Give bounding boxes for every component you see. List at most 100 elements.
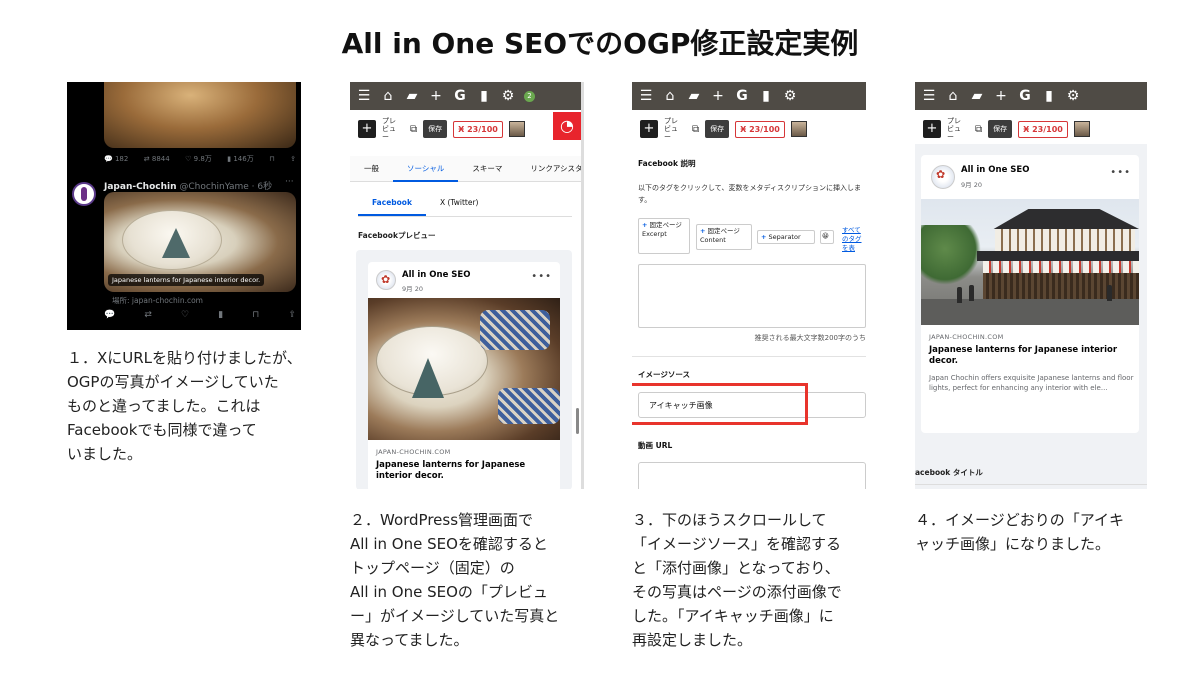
pine-illustration	[162, 228, 190, 258]
person-figure	[1107, 285, 1112, 301]
tag-separator-button[interactable]: + Separator	[757, 230, 815, 244]
add-block-button[interactable]: +	[358, 120, 376, 138]
preview-button[interactable]: プレ ビュ ー	[664, 117, 686, 141]
comment-icon[interactable]: ▰	[404, 89, 420, 103]
more-icon[interactable]: ···	[285, 177, 294, 187]
post-date: 9月 20	[961, 181, 982, 189]
share-icon[interactable]: ⇪	[288, 310, 296, 320]
facebook-preview-card: All in One SEO 9月 20 ••• JAPAN-CHOCHIN.C…	[921, 155, 1139, 433]
person-figure	[957, 287, 962, 303]
emoji-button[interactable]: 😀	[820, 230, 834, 244]
tag-help-text: 以下のタグをクリックして、変数をメタディスクリプションに挿入します。	[638, 184, 861, 204]
avatar[interactable]	[72, 182, 96, 206]
editor-toolbar: + プレ ビュ ー ⧉ 保存 Ӿ 23/100	[915, 116, 1147, 142]
tag-page-excerpt-button[interactable]: + 固定ページ Excerpt	[638, 218, 690, 254]
facebook-description-input[interactable]	[638, 264, 866, 328]
repost-icon[interactable]: ⇄	[144, 310, 152, 320]
step1-description: １．XにURLを貼り付けましたが、 OGPの写真がイメージしていた ものと違って…	[67, 349, 302, 463]
roof-shape	[993, 209, 1139, 229]
stats-icon[interactable]: ▮	[1041, 89, 1057, 103]
external-link-icon[interactable]: ⧉	[975, 124, 982, 135]
avatar[interactable]	[790, 121, 807, 137]
previous-post-image	[104, 82, 296, 148]
external-link-icon[interactable]: ⧉	[410, 124, 417, 135]
facebook-description-heading: Facebook 説明	[638, 159, 696, 168]
link-title: Japanese lanterns for Japanese interior …	[376, 460, 526, 481]
stats-icon[interactable]: ▮	[476, 89, 492, 103]
link-description: Japan Chochin offers exquisite Japanese …	[929, 374, 1134, 392]
all-tags-link[interactable]: すべてのタグを表	[842, 226, 866, 253]
add-block-button[interactable]: +	[640, 120, 658, 138]
more-icon[interactable]: •••	[1110, 167, 1131, 178]
save-button[interactable]: 保存	[988, 120, 1013, 138]
aioseo-social-preview-screenshot: ☰ ⌂ ▰ + G ▮ ⚙ 2 + プレ ビュ ー ⧉ 保存 Ӿ 23/100 …	[350, 82, 584, 489]
like-count[interactable]: ♡ 9.8万	[185, 154, 212, 164]
add-block-button[interactable]: +	[923, 120, 941, 138]
tab-schema[interactable]: スキーマ	[458, 156, 516, 182]
gear-icon[interactable]: ⚙	[1065, 89, 1081, 103]
gear-icon[interactable]: ⚙	[500, 89, 516, 103]
wp-admin-bar: ☰ ⌂ ▰ + G ▮ ⚙	[915, 82, 1147, 110]
avatar[interactable]	[508, 121, 525, 137]
bookmark-icon[interactable]: ⊓	[269, 155, 274, 163]
menu-icon[interactable]: ☰	[356, 89, 372, 103]
menu-icon[interactable]: ☰	[638, 89, 654, 103]
external-link-icon[interactable]: ⧉	[692, 124, 699, 135]
seo-score-button[interactable]: Ӿ 23/100	[1018, 120, 1068, 138]
top-post-actions: 💬 182 ⇄ 8844 ♡ 9.8万 ▮ 146万 ⊓ ⇪	[104, 154, 296, 164]
tab-twitter[interactable]: X (Twitter)	[426, 194, 493, 216]
bookmark-icon[interactable]: ⊓	[252, 310, 259, 320]
reply-count[interactable]: 💬 182	[104, 155, 128, 163]
scrollbar[interactable]	[576, 408, 579, 434]
x-post-screenshot: 💬 182 ⇄ 8844 ♡ 9.8万 ▮ 146万 ⊓ ⇪ Japan-Cho…	[67, 82, 301, 330]
google-icon[interactable]: G	[452, 89, 468, 103]
tab-link-assistant[interactable]: リンクアシスタン	[516, 156, 581, 182]
like-icon[interactable]: ♡	[181, 310, 189, 320]
home-icon[interactable]: ⌂	[945, 89, 961, 103]
link-card-image[interactable]: Japanese lanterns for Japanese interior …	[104, 192, 296, 292]
save-button[interactable]: 保存	[705, 120, 730, 138]
comment-icon[interactable]: ▰	[969, 89, 985, 103]
reply-icon[interactable]: 💬	[104, 310, 115, 320]
stats-icon[interactable]: ▮	[758, 89, 774, 103]
gear-icon[interactable]: ⚙	[782, 89, 798, 103]
more-icon[interactable]: •••	[531, 271, 552, 282]
menu-icon[interactable]: ☰	[921, 89, 937, 103]
seo-score-button[interactable]: Ӿ 23/100	[735, 120, 785, 138]
video-url-label: 動画 URL	[638, 441, 673, 450]
facebook-preview-card: All in One SEO 9月 20 ••• JAPAN-CHOCHIN.C…	[368, 262, 560, 489]
home-icon[interactable]: ⌂	[380, 89, 396, 103]
add-icon[interactable]: +	[428, 89, 444, 103]
share-icon[interactable]: ⇪	[290, 155, 296, 163]
repost-count[interactable]: ⇄ 8844	[144, 155, 170, 163]
tag-page-content-button[interactable]: + 固定ページ Content	[696, 224, 752, 250]
card-source[interactable]: 場所: japan-chochin.com	[112, 295, 203, 306]
video-url-input[interactable]	[638, 462, 866, 489]
person-figure	[969, 285, 974, 301]
editor-toolbar: + プレ ビュ ー ⧉ 保存 Ӿ 23/100	[350, 116, 581, 142]
google-icon[interactable]: G	[1017, 89, 1033, 103]
avatar[interactable]	[1073, 121, 1090, 137]
tab-general[interactable]: 一般	[350, 156, 393, 182]
road	[921, 299, 1139, 325]
comment-icon[interactable]: ▰	[686, 89, 702, 103]
save-button[interactable]: 保存	[423, 120, 448, 138]
google-icon[interactable]: G	[734, 89, 750, 103]
view-count[interactable]: ▮ 146万	[227, 154, 253, 164]
home-icon[interactable]: ⌂	[662, 89, 678, 103]
seo-score-button[interactable]: Ӿ 23/100	[453, 120, 503, 138]
preview-button[interactable]: プレ ビュ ー	[382, 117, 404, 141]
facebook-preview-label: Facebookプレビュー	[358, 231, 436, 240]
facebook-title-label: acebook タイトル	[915, 468, 983, 477]
add-icon[interactable]: +	[993, 89, 1009, 103]
aioseo-gauge-icon[interactable]: ◔	[553, 112, 581, 140]
notification-badge[interactable]: 2	[524, 90, 535, 102]
tab-facebook[interactable]: Facebook	[358, 194, 426, 216]
post-author[interactable]: Japan-Chochin @ChochinYame · 6秒	[104, 179, 272, 192]
site-logo-icon	[376, 270, 396, 290]
editor-toolbar: + プレ ビュ ー ⧉ 保存 Ӿ 23/100	[632, 116, 866, 142]
add-icon[interactable]: +	[710, 89, 726, 103]
stats-icon[interactable]: ▮	[218, 310, 223, 320]
preview-button[interactable]: プレ ビュ ー	[947, 117, 969, 141]
tab-social[interactable]: ソーシャル	[393, 156, 459, 182]
